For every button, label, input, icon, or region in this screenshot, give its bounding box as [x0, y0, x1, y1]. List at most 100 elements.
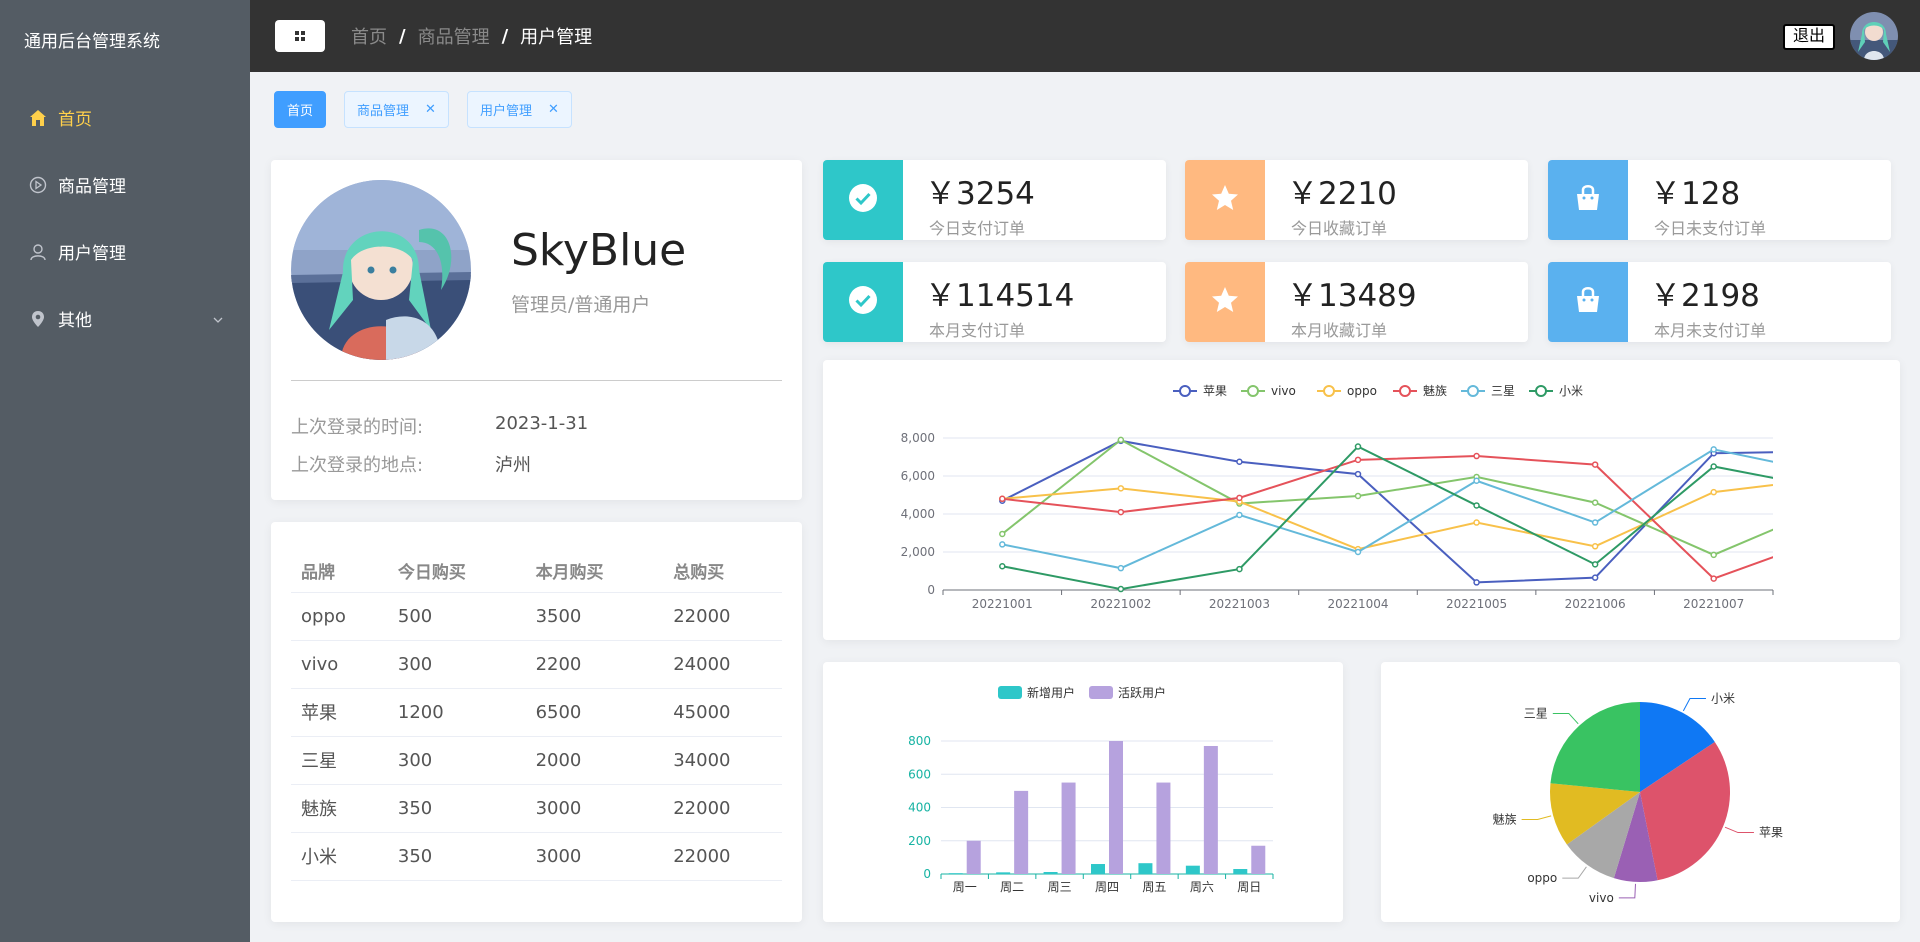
y-tick-label: 200: [908, 834, 931, 848]
last-login-place-label: 上次登录的地点:: [291, 455, 424, 476]
bar: [1043, 872, 1058, 874]
last-login-place-value: 泸州: [495, 455, 531, 476]
user-name: SkyBlue: [511, 225, 687, 276]
legend-item[interactable]: 新增用户: [998, 685, 1075, 700]
breadcrumb-item-users: 用户管理: [520, 27, 593, 48]
label-line: [1521, 815, 1552, 820]
sidebar-item-goods[interactable]: 商品管理: [0, 151, 250, 218]
collapse-menu-button[interactable]: [275, 20, 325, 52]
user-avatar: [291, 180, 471, 360]
breadcrumb-item-goods[interactable]: 商品管理: [418, 23, 490, 49]
data-point: [1710, 551, 1717, 559]
stat-label: 本月收藏订单: [1291, 321, 1388, 340]
y-tick-label: 0: [923, 867, 931, 881]
label-line: [1562, 866, 1587, 879]
y-tick-label: 2,000: [901, 545, 935, 559]
table-header-row: 品牌 今日购买 本月购买 总购买: [291, 550, 782, 593]
stat-month-unpaid: ￥2198 本月未支付订单: [1548, 262, 1891, 342]
data-point: [1710, 575, 1717, 582]
data-point: [1473, 452, 1480, 460]
x-tick-label: 周日: [1237, 880, 1261, 894]
close-icon[interactable]: ✕: [425, 102, 436, 117]
data-point: [1591, 499, 1599, 506]
table-cell: 三星: [291, 736, 388, 785]
grid-menu-icon: [294, 27, 306, 46]
sidebar-item-other[interactable]: 其他: [0, 285, 250, 352]
sidebar: 通用后台管理系统 首页 商品管理 用户管理 其他: [0, 0, 250, 942]
data-point: [1354, 470, 1362, 478]
data-point: [1236, 494, 1243, 502]
table-cell: vivo: [291, 640, 388, 689]
slice-label: 三星: [1524, 706, 1548, 720]
legend-item[interactable]: 活跃用户: [1089, 685, 1166, 700]
bar: [1109, 741, 1123, 874]
legend-item[interactable]: 魅族: [1393, 383, 1447, 398]
divider: [291, 380, 782, 381]
x-tick-label: 20221005: [1446, 597, 1507, 611]
series-line: [1002, 448, 1773, 570]
table-cell: 350: [387, 832, 526, 881]
legend-marker: [1179, 385, 1191, 397]
tag-users[interactable]: 用户管理 ✕: [466, 91, 572, 128]
sidebar-item-users[interactable]: 用户管理: [0, 218, 250, 285]
data-point: [1236, 458, 1243, 465]
legend-label: 活跃用户: [1118, 685, 1166, 700]
table-row: 三星 300 2000 34000: [291, 736, 782, 785]
sidebar-item-home[interactable]: 首页: [0, 84, 250, 151]
tag-goods[interactable]: 商品管理 ✕: [344, 91, 449, 128]
stat-label: 今日未支付订单: [1654, 219, 1767, 238]
bar: [996, 872, 1011, 874]
tag-label: 商品管理: [357, 104, 410, 119]
table-cell: 2200: [525, 640, 664, 689]
logout-button[interactable]: 退出: [1782, 24, 1835, 50]
x-tick-label: 周六: [1190, 880, 1214, 894]
brand-sales-card: 品牌 今日购买 本月购买 总购买 oppo 500 3500 22000 viv…: [271, 522, 802, 922]
slice-label: 魅族: [1493, 811, 1517, 826]
table-cell: 22000: [663, 592, 782, 641]
legend-item[interactable]: oppo: [1317, 384, 1377, 398]
data-point: [1591, 574, 1599, 581]
column-header: 总购买: [663, 550, 782, 593]
header-avatar[interactable]: [1850, 12, 1898, 60]
tag-home[interactable]: 首页: [274, 91, 327, 128]
sidebar-item-label: 商品管理: [58, 177, 126, 197]
label-line: [1618, 883, 1636, 899]
data-point: [1117, 508, 1125, 516]
stat-month-paid: ￥114514 本月支付订单: [823, 262, 1166, 342]
bar: [1233, 869, 1248, 874]
pie-chart-card: 小米 苹果 vivo oppo 魅族 三星: [1381, 662, 1900, 922]
table-row: 小米 350 3000 22000: [291, 832, 782, 881]
x-tick-label: 20221007: [1683, 597, 1744, 611]
bar: [1203, 745, 1218, 874]
stat-month-favorite: ￥13489 本月收藏订单: [1185, 262, 1528, 342]
y-tick-label: 400: [908, 801, 931, 815]
table-cell: 小米: [291, 832, 388, 881]
legend-item[interactable]: 三星: [1461, 384, 1515, 398]
stat-label: 本月支付订单: [929, 321, 1026, 340]
data-point: [999, 530, 1006, 538]
stat-label: 今日支付订单: [929, 219, 1026, 238]
data-point: [1236, 511, 1243, 519]
bar: [1156, 782, 1171, 874]
user-info-card: SkyBlue 管理员/普通用户 上次登录的时间: 2023-1-31 上次登录…: [271, 160, 802, 500]
legend-item[interactable]: 小米: [1529, 384, 1583, 398]
stat-icon-box: [1185, 160, 1265, 240]
line-series: [999, 484, 1773, 553]
slice-label: vivo: [1589, 891, 1614, 905]
table-cell: 2000: [525, 736, 664, 785]
table-cell: 苹果: [291, 688, 388, 737]
legend-item[interactable]: 苹果: [1173, 384, 1227, 398]
stat-value: ￥2210: [1287, 176, 1397, 212]
breadcrumb-item-home[interactable]: 首页: [351, 23, 387, 49]
data-point: [1236, 565, 1243, 573]
data-point: [1710, 446, 1717, 453]
location-icon: [28, 309, 48, 329]
stat-icon-box: [1548, 160, 1628, 240]
table-cell: 3500: [525, 592, 664, 641]
slice-label: oppo: [1527, 871, 1557, 885]
column-header: 本月购买: [525, 550, 664, 593]
legend-item[interactable]: vivo: [1241, 384, 1296, 398]
data-point: [1117, 436, 1125, 444]
chevron-down-icon: [212, 311, 224, 331]
close-icon[interactable]: ✕: [548, 102, 559, 117]
